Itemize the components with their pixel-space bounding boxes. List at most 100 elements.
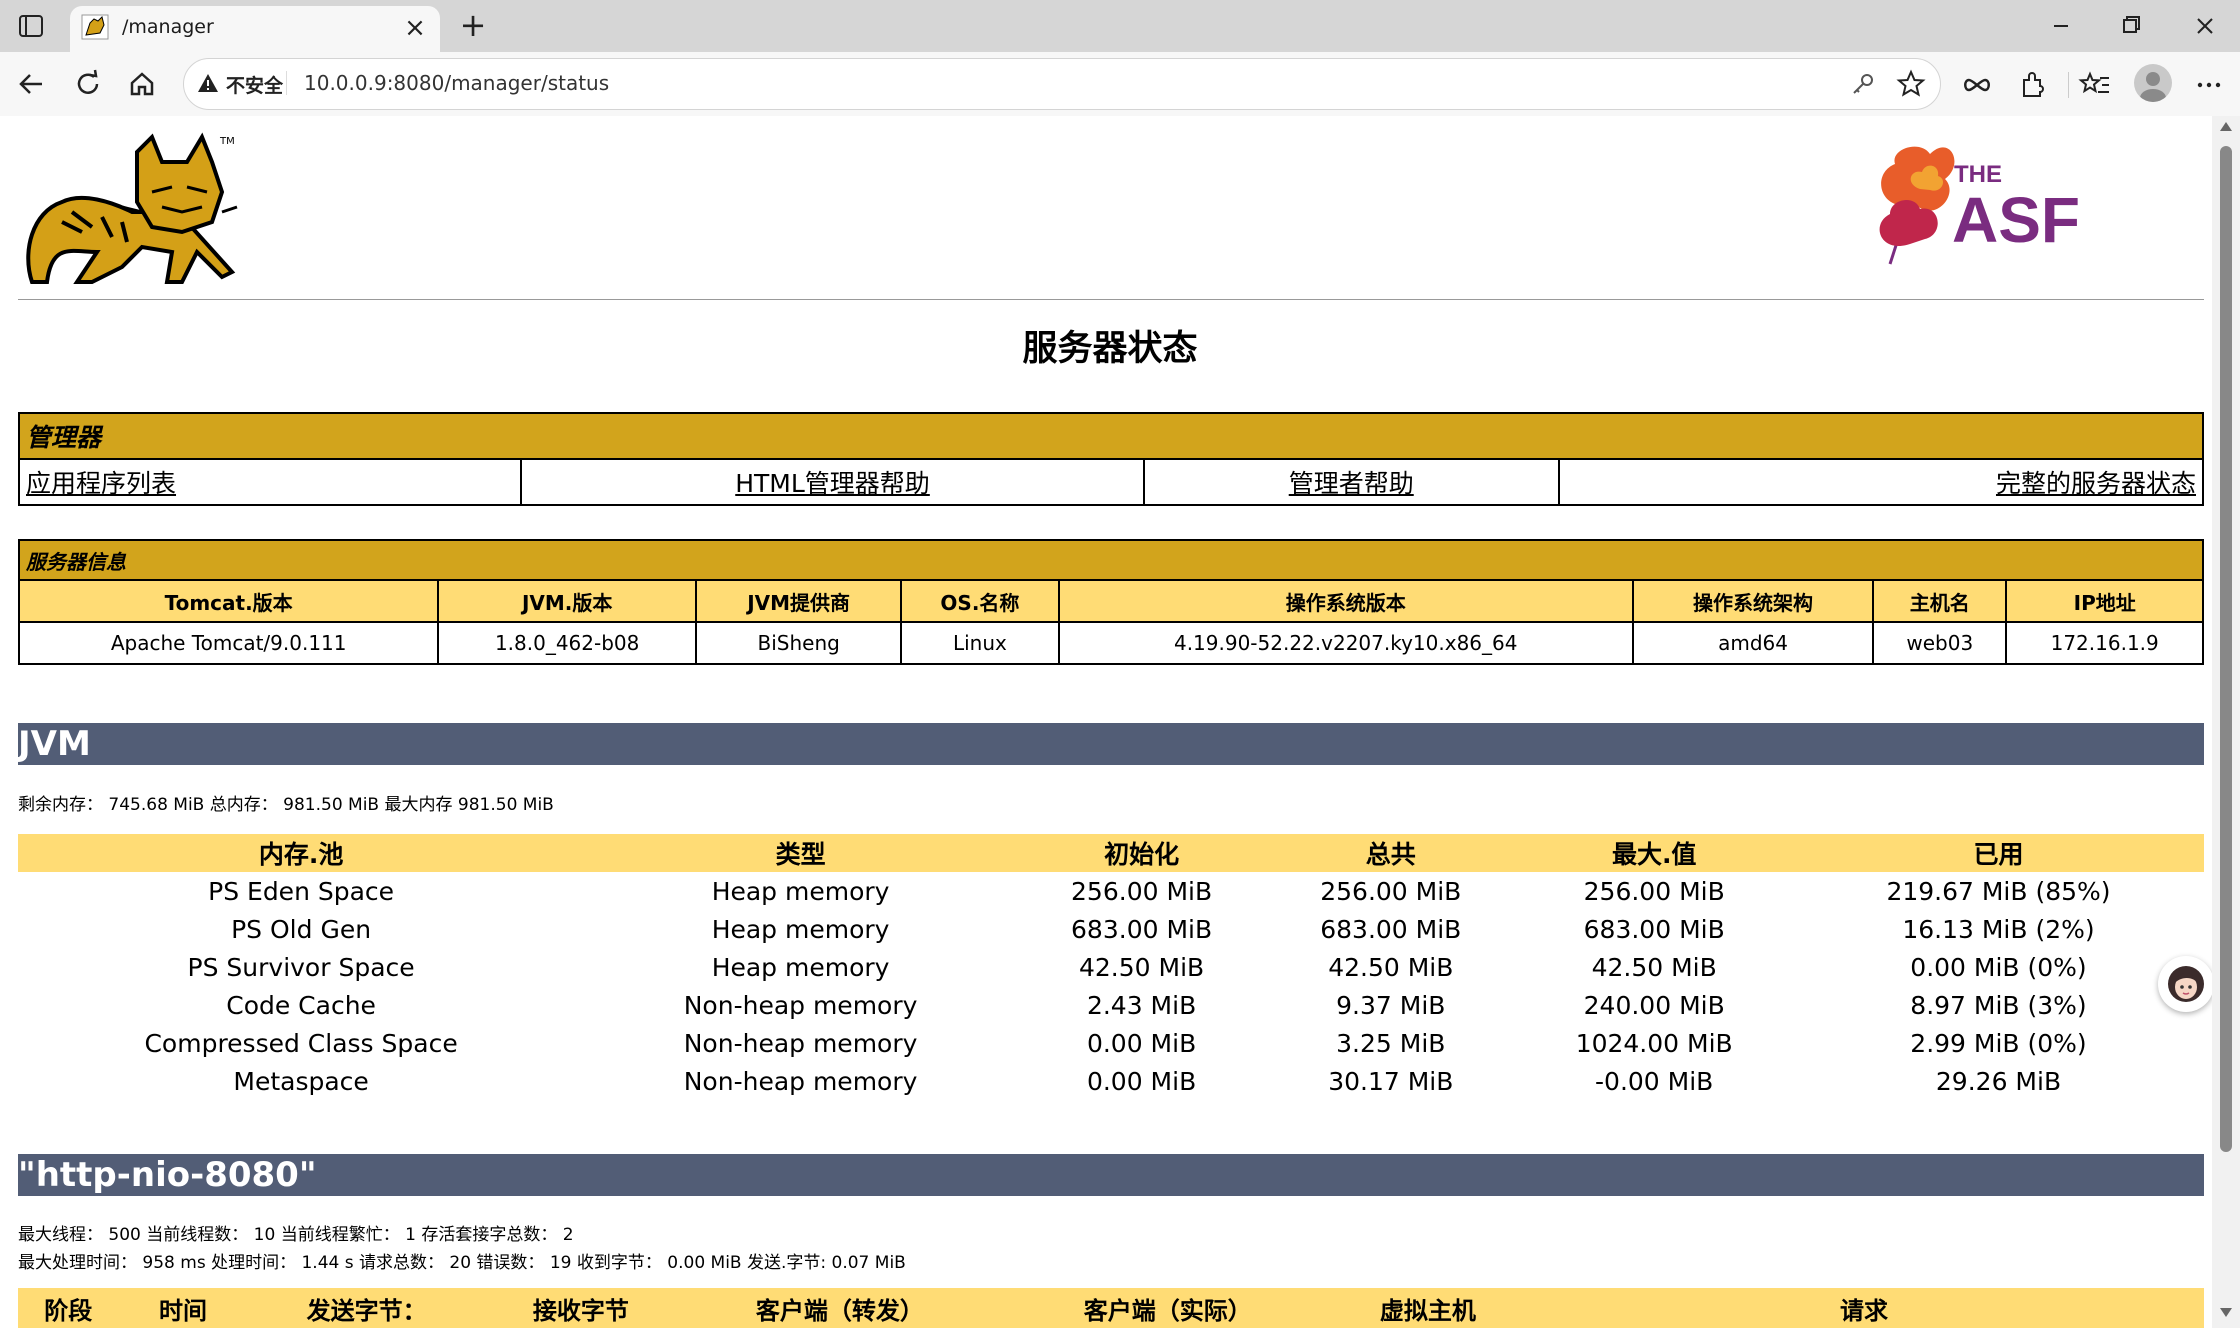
vertical-scrollbar[interactable] (2212, 116, 2240, 1328)
column-header: 最大.值 (1515, 834, 1793, 872)
request-stats: 最大处理时间： 958 ms 处理时间： 1.44 s 请求总数： 20 错误数… (18, 1253, 906, 1273)
more-menu-icon[interactable] (2192, 68, 2226, 102)
table-cell: 240.00 MiB (1583, 990, 1725, 1020)
link-html-manager-help[interactable]: HTML管理器帮助 (735, 469, 930, 498)
table-cell: 219.67 MiB (85%) (1886, 876, 2111, 906)
tab-strip: /manager × + (0, 0, 2240, 52)
table-cell: 8.97 MiB (3%) (1910, 990, 2087, 1020)
table-cell: BiSheng (695, 621, 903, 665)
table-cell: 1.8.0_462-b08 (437, 621, 698, 665)
column-header: 初始化 (1016, 834, 1267, 872)
table-row: PS Old Gen Heap memory 683.00 MiB 683.00… (18, 910, 2204, 948)
column-header: 操作系统版本 (1057, 579, 1634, 623)
column-header: IP地址 (2005, 579, 2204, 623)
jvm-section-heading: JVM (18, 723, 2204, 765)
asf-logo[interactable]: THE ASF (1860, 134, 2120, 284)
table-cell: 16.13 MiB (2%) (1902, 914, 2095, 944)
table-cell: Non-heap memory (683, 1066, 918, 1096)
header-divider (18, 299, 2204, 300)
scroll-up-arrow-icon[interactable] (2220, 122, 2232, 131)
page-title: 服务器状态 (1022, 329, 1198, 369)
connector-section-heading: "http-nio-8080" (18, 1154, 2204, 1196)
table-cell: amd64 (1631, 621, 1875, 665)
table-cell: PS Old Gen (231, 914, 372, 944)
manager-heading: 管理器 (18, 412, 2204, 460)
close-window-button[interactable] (2180, 8, 2230, 44)
browser-tab[interactable]: /manager × (70, 6, 440, 52)
table-cell: 2.43 MiB (1086, 990, 1197, 1020)
minimize-button[interactable] (2036, 8, 2086, 44)
asf-name-text: ASF (1952, 184, 2080, 256)
link-manager-help[interactable]: 管理者帮助 (1289, 469, 1414, 498)
table-row: PS Survivor Space Heap memory 42.50 MiB … (18, 948, 2204, 986)
warning-icon[interactable] (196, 71, 220, 95)
table-cell: 172.16.1.9 (2005, 621, 2204, 665)
table-cell: 9.37 MiB (1336, 990, 1446, 1020)
column-header: Tomcat.版本 (17, 579, 440, 623)
tab-close-icon[interactable]: × (400, 13, 430, 43)
table-row: PS Eden Space Heap memory 256.00 MiB 256… (18, 872, 2204, 910)
infinity-icon[interactable] (1960, 68, 1994, 102)
column-header: 客户端（转发） (675, 1288, 1004, 1328)
table-cell: 683.00 MiB (1583, 914, 1725, 944)
table-cell: 256.00 MiB (1320, 876, 1462, 906)
table-cell: 2.99 MiB (0%) (1910, 1028, 2087, 1058)
new-tab-button[interactable]: + (456, 8, 490, 42)
table-cell: 42.50 MiB (1328, 952, 1454, 982)
column-header: 请求 (1524, 1288, 2204, 1328)
tab-actions-icon[interactable] (16, 12, 46, 40)
home-icon[interactable] (124, 66, 160, 102)
column-header: 已用 (1793, 834, 2204, 872)
profile-avatar[interactable] (2134, 64, 2172, 102)
table-row: Metaspace Non-heap memory 0.00 MiB 30.17… (18, 1062, 2204, 1100)
extensions-icon[interactable] (2016, 68, 2050, 102)
table-row: Code Cache Non-heap memory 2.43 MiB 9.37… (18, 986, 2204, 1024)
tomcat-logo[interactable]: TM (22, 132, 242, 292)
tomcat-favicon-icon (81, 14, 109, 40)
column-header: 总共 (1266, 834, 1516, 872)
table-row: Compressed Class Space Non-heap memory 0… (18, 1024, 2204, 1062)
thread-stats: 最大线程： 500 当前线程数： 10 当前线程繁忙： 1 存活套接字总数： 2 (18, 1225, 574, 1245)
reload-icon[interactable] (70, 66, 106, 102)
assistant-button[interactable] (2158, 956, 2212, 1012)
column-header: JVM提供商 (695, 579, 903, 623)
url-text[interactable]: 10.0.0.9:8080/manager/status (304, 71, 609, 95)
favorite-star-icon[interactable] (1896, 69, 1926, 99)
key-icon[interactable] (1850, 71, 1876, 97)
table-cell: 30.17 MiB (1328, 1066, 1454, 1096)
table-cell: Metaspace (233, 1066, 369, 1096)
address-bar[interactable]: 不安全 10.0.0.9:8080/manager/status (183, 58, 1941, 110)
memory-summary: 剩余内存： 745.68 MiB 总内存： 981.50 MiB 最大内存 98… (18, 795, 554, 815)
tab-title: /manager (122, 16, 214, 38)
table-cell: 1024.00 MiB (1575, 1028, 1733, 1058)
link-complete-server-status[interactable]: 完整的服务器状态 (1996, 469, 2196, 498)
column-header: 发送字节： (247, 1288, 486, 1328)
back-icon[interactable] (14, 66, 50, 102)
table-cell: Linux (900, 621, 1060, 665)
server-info-heading: 服务器信息 (18, 539, 2204, 581)
favorites-icon[interactable] (2078, 68, 2112, 102)
request-table: 阶段 时间 发送字节： 接收字节 客户端（转发） 客户端（实际） 虚拟主机 请求 (18, 1288, 2204, 1328)
manager-cell: 完整的服务器状态 (1557, 458, 2205, 506)
scroll-down-arrow-icon[interactable] (2220, 1308, 2232, 1317)
column-header: JVM.版本 (437, 579, 698, 623)
table-cell: 42.50 MiB (1591, 952, 1717, 982)
table-cell: Compressed Class Space (144, 1028, 458, 1058)
table-cell: 683.00 MiB (1320, 914, 1462, 944)
column-header: 操作系统架构 (1631, 579, 1875, 623)
table-cell: 0.00 MiB (1086, 1066, 1197, 1096)
scrollbar-thumb[interactable] (2220, 146, 2232, 1152)
column-header: 客户端（实际） (1003, 1288, 1332, 1328)
table-cell: 683.00 MiB (1071, 914, 1213, 944)
column-header: OS.名称 (900, 579, 1060, 623)
page-viewport: TM THE ASF 服务器状态 管理器 应用程序列表 HTML管理器帮助 管理… (0, 116, 2240, 1328)
column-header: 类型 (584, 834, 1017, 872)
toolbar-divider (2068, 72, 2069, 98)
security-label[interactable]: 不安全 (226, 71, 283, 98)
table-cell: PS Eden Space (208, 876, 395, 906)
manager-cell: 应用程序列表 (17, 458, 523, 506)
link-app-list[interactable]: 应用程序列表 (26, 469, 176, 498)
restore-button[interactable] (2106, 8, 2156, 44)
table-cell: 256.00 MiB (1071, 876, 1213, 906)
table-cell: 42.50 MiB (1078, 952, 1205, 982)
